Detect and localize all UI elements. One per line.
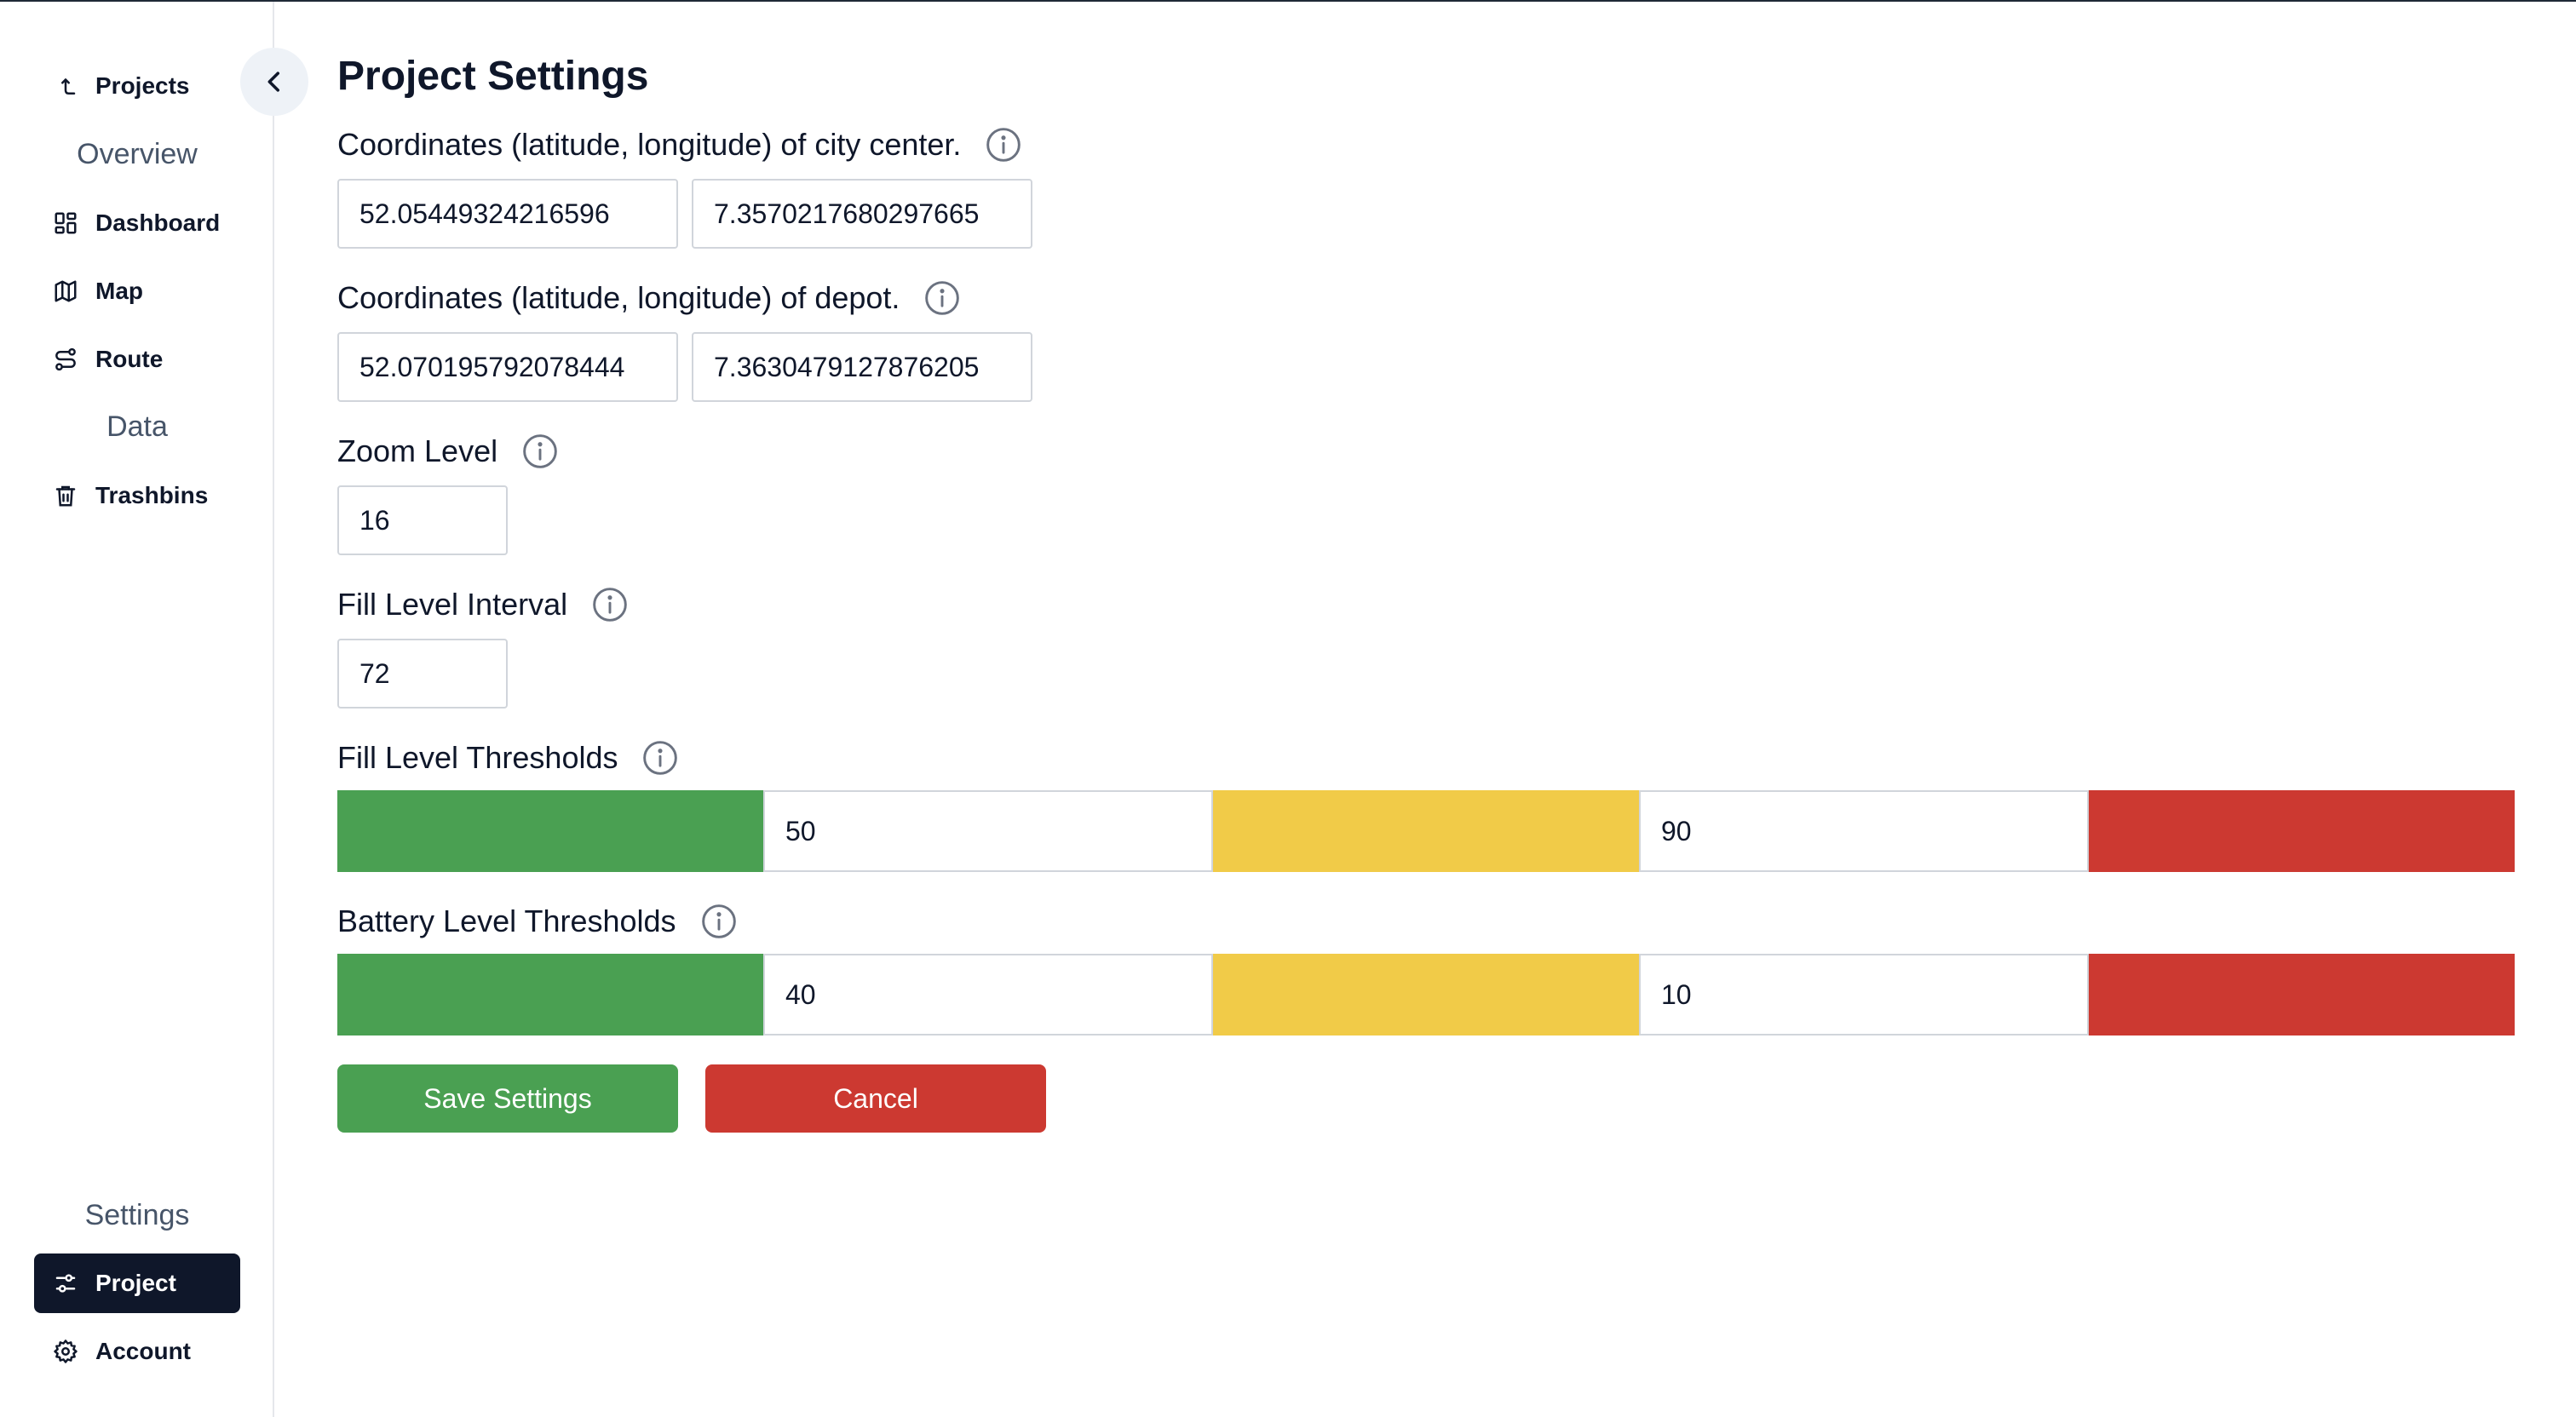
cancel-button[interactable]: Cancel [705,1064,1046,1133]
sidebar: Projects Overview Dashboard Map Route Da… [0,2,274,1417]
route-icon [53,347,78,372]
threshold-segment-red [2089,790,2515,872]
battery-level-high-threshold-input[interactable]: 40 [763,954,1213,1036]
sidebar-item-label: Trashbins [95,482,209,508]
city-center-field: Coordinates (latitude, longitude) of cit… [337,126,1022,164]
sidebar-item-trashbins[interactable]: Trashbins [34,466,240,525]
projects-link-label: Projects [95,72,190,99]
sidebar-item-account[interactable]: Account [34,1322,240,1381]
sidebar-item-map[interactable]: Map [34,261,240,321]
battery-level-threshold-bar: 40 10 [337,954,2515,1036]
info-icon[interactable] [985,126,1022,164]
zoom-level-field: Zoom Level [337,433,559,470]
threshold-segment-green [337,790,763,872]
sidebar-item-label: Dashboard [95,209,221,236]
battery-level-low-threshold-input[interactable]: 10 [1639,954,2089,1036]
fill-level-interval-field: Fill Level Interval [337,586,629,623]
sidebar-item-label: Project [95,1270,176,1296]
threshold-segment-green [337,954,763,1036]
battery-level-thresholds-label: Battery Level Thresholds [337,904,676,938]
projects-link[interactable]: Projects [34,56,240,116]
back-arrow-icon [53,73,78,99]
map-icon [53,278,78,304]
info-icon[interactable] [521,433,559,470]
gear-icon [53,1339,78,1364]
threshold-segment-red [2089,954,2515,1036]
trash-icon [53,483,78,508]
save-settings-button[interactable]: Save Settings [337,1064,678,1133]
info-icon[interactable] [591,586,629,623]
sidebar-item-label: Map [95,278,143,304]
fill-level-interval-label: Fill Level Interval [337,587,568,622]
sidebar-item-project[interactable]: Project [34,1254,240,1313]
sidebar-item-label: Route [95,346,164,372]
sidebar-item-route[interactable]: Route [34,330,240,389]
fill-level-thresholds-label: Fill Level Thresholds [337,740,618,775]
battery-level-thresholds-field: Battery Level Thresholds [337,903,738,940]
page-title: Project Settings [337,54,649,99]
info-icon[interactable] [700,903,738,940]
threshold-segment-yellow [1213,790,1639,872]
depot-field: Coordinates (latitude, longitude) of dep… [337,279,961,317]
depot-longitude-input[interactable] [692,332,1032,402]
city-center-label: Coordinates (latitude, longitude) of cit… [337,127,962,162]
threshold-segment-yellow [1213,954,1639,1036]
city-center-latitude-input[interactable] [337,179,678,249]
zoom-level-label: Zoom Level [337,433,498,468]
fill-level-thresholds-field: Fill Level Thresholds [337,739,679,777]
collapse-sidebar-button[interactable] [240,48,308,116]
depot-label: Coordinates (latitude, longitude) of dep… [337,280,900,315]
dashboard-icon [53,210,78,236]
fill-level-low-threshold-input[interactable]: 50 [763,790,1213,872]
depot-latitude-input[interactable] [337,332,678,402]
window-top-border [0,0,2576,2]
chevron-left-icon [260,67,289,96]
fill-level-high-threshold-input[interactable]: 90 [1639,790,2089,872]
fill-level-threshold-bar: 50 90 [337,790,2515,872]
section-heading-data: Data [106,410,168,443]
fill-level-interval-input[interactable] [337,639,508,708]
info-icon[interactable] [923,279,961,317]
sidebar-item-dashboard[interactable]: Dashboard [34,193,240,253]
zoom-level-input[interactable] [337,485,508,555]
sliders-icon [53,1271,78,1296]
city-center-longitude-input[interactable] [692,179,1032,249]
section-heading-overview: Overview [77,138,198,170]
sidebar-item-label: Account [95,1338,191,1364]
info-icon[interactable] [641,739,679,777]
section-heading-settings: Settings [84,1199,190,1231]
